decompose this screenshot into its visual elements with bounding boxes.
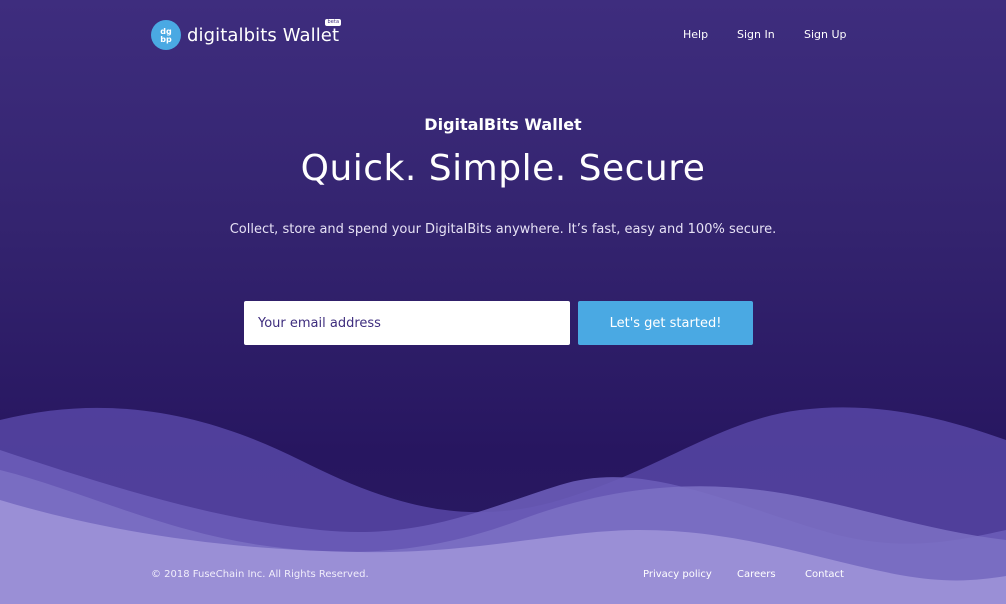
footer: © 2018 FuseChain Inc. All Rights Reserve…	[0, 568, 1006, 588]
get-started-button[interactable]: Let's get started!	[578, 301, 753, 345]
nav-help-link[interactable]: Help	[683, 28, 708, 41]
footer-careers-link[interactable]: Careers	[737, 569, 776, 580]
hero-subtitle: Collect, store and spend your DigitalBit…	[229, 222, 777, 237]
beta-badge: beta	[325, 18, 342, 26]
nav-sign-in-link[interactable]: Sign In	[737, 28, 775, 41]
digitalbits-logo-icon: dg bp	[151, 20, 181, 50]
nav-sign-up-link[interactable]: Sign Up	[804, 28, 847, 41]
copyright-text: © 2018 FuseChain Inc. All Rights Reserve…	[151, 569, 369, 580]
email-input[interactable]	[244, 301, 570, 345]
hero-title: Quick. Simple. Secure	[300, 148, 706, 189]
header: dg bp digitalbits Wallet beta Help Sign …	[0, 0, 1006, 70]
hero-kicker: DigitalBits Wallet	[424, 115, 582, 134]
svg-text:bp: bp	[160, 35, 172, 44]
footer-privacy-link[interactable]: Privacy policy	[643, 569, 712, 580]
footer-contact-link[interactable]: Contact	[805, 569, 844, 580]
brand-name: digitalbits Wallet beta	[187, 18, 342, 46]
brand-logo-link[interactable]: dg bp digitalbits Wallet beta	[151, 18, 342, 50]
brand-name-text: digitalbits Wallet	[187, 24, 340, 46]
page: dg bp digitalbits Wallet beta Help Sign …	[0, 0, 1006, 604]
